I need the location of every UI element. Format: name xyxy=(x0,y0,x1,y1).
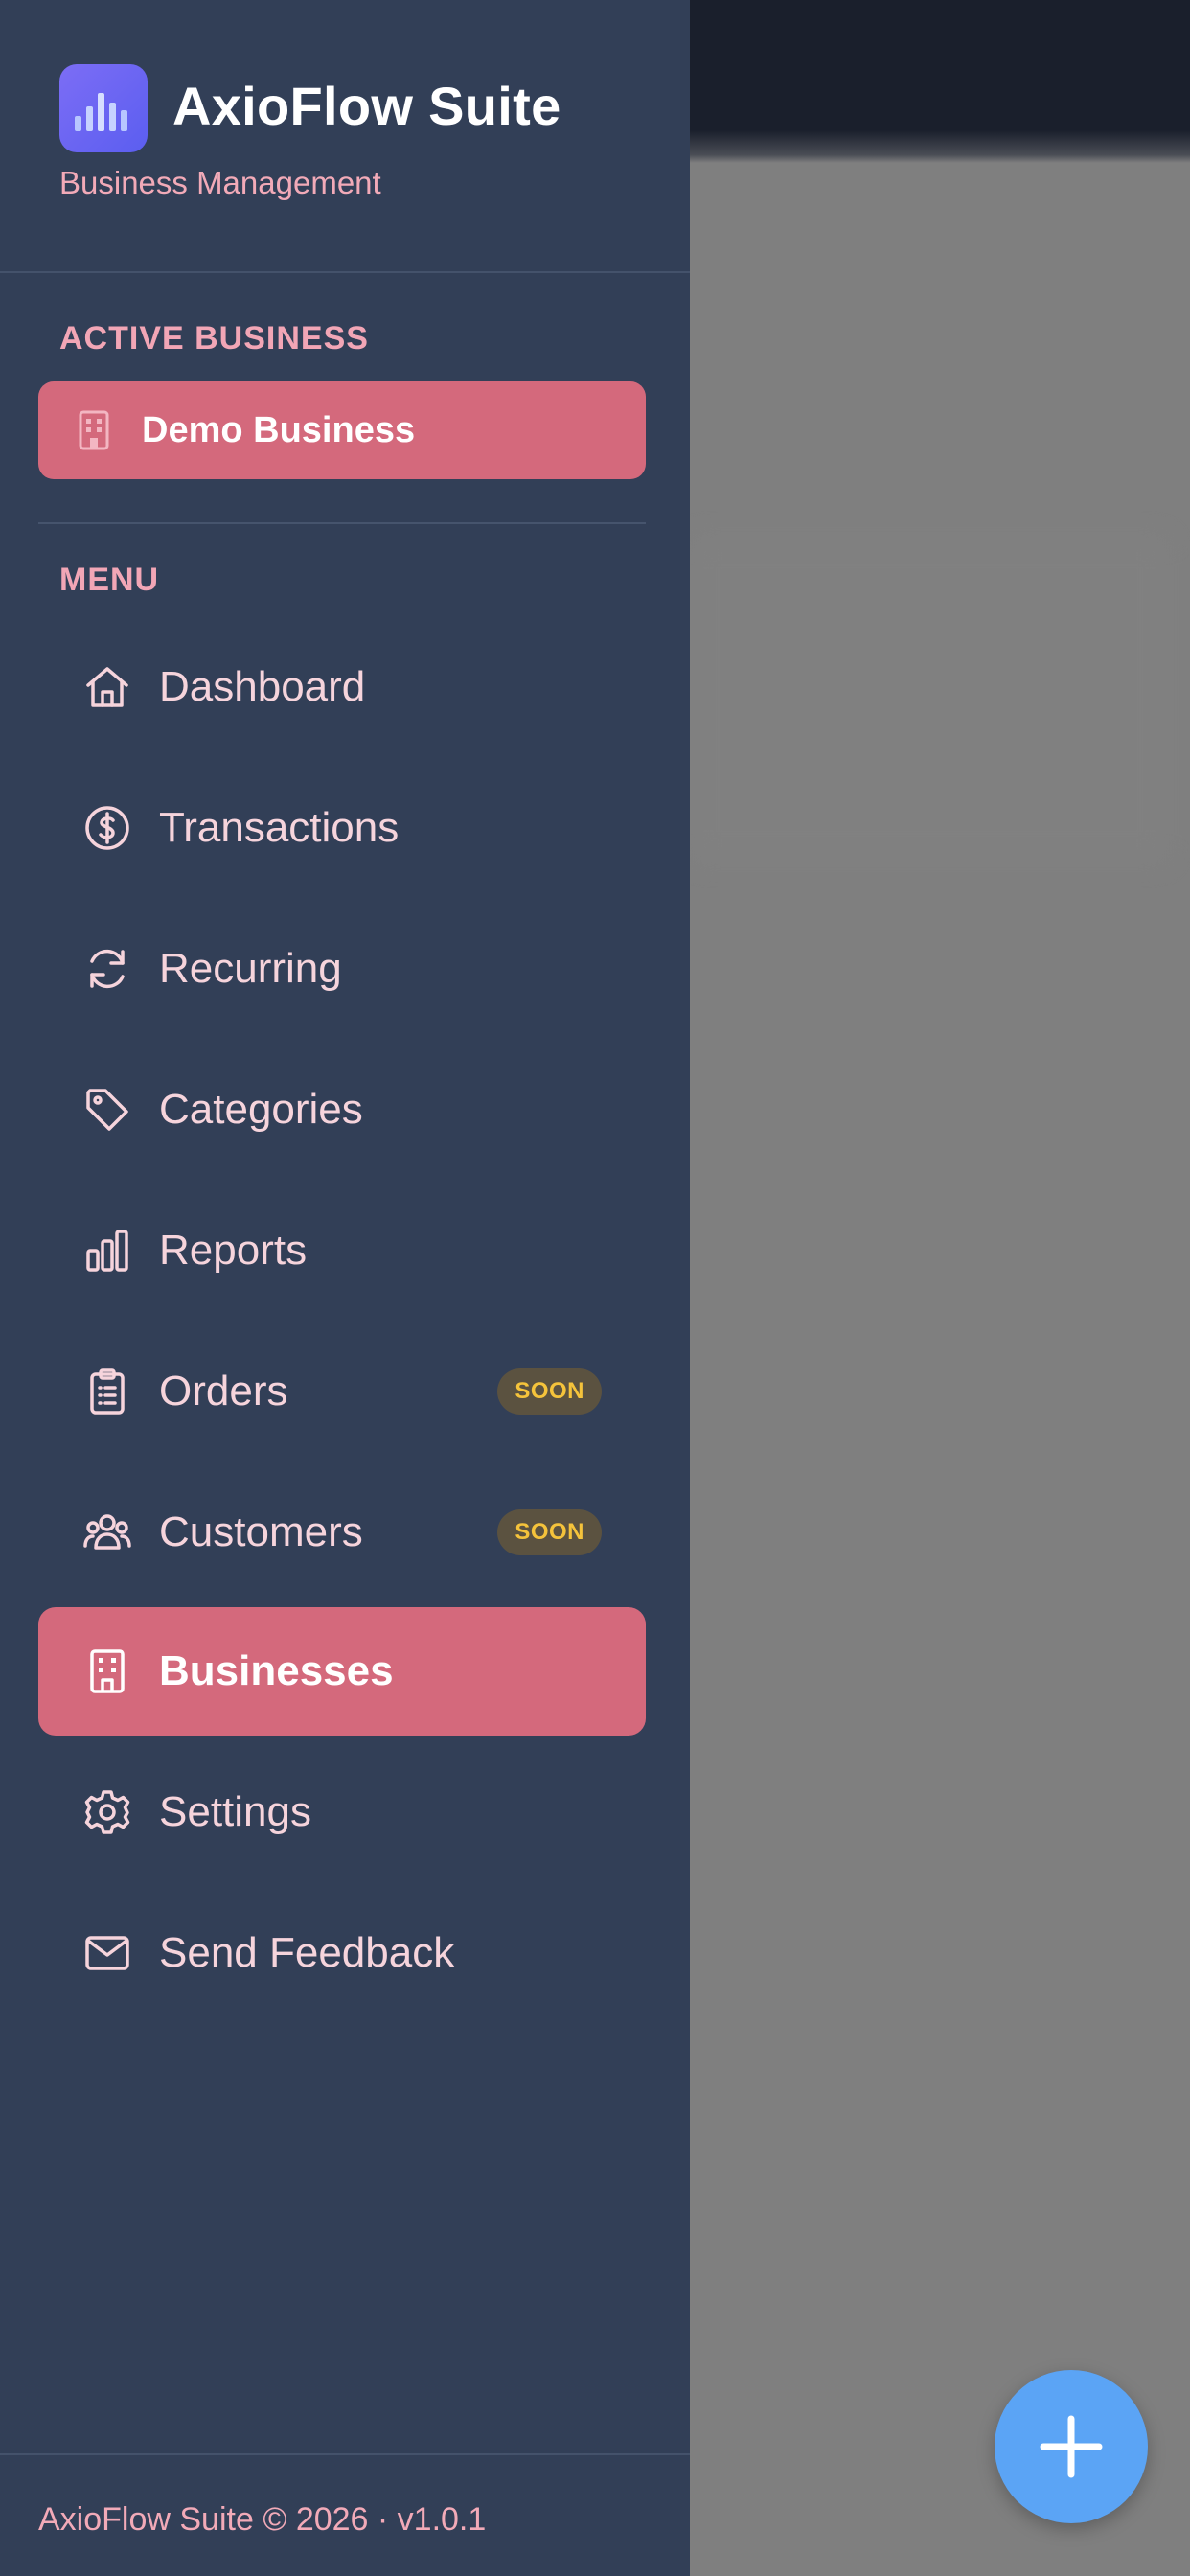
nav-item-reports[interactable]: Reports xyxy=(38,1186,646,1315)
divider xyxy=(38,522,646,524)
nav-item-recurring[interactable]: Recurring xyxy=(38,905,646,1033)
soon-badge: SOON xyxy=(497,1509,602,1555)
building-icon xyxy=(82,1646,132,1696)
nav-item-businesses[interactable]: Businesses xyxy=(38,1607,646,1736)
nav-item-label: Recurring xyxy=(159,945,342,992)
nav-item-label: Send Feedback xyxy=(159,1929,455,1976)
nav-item-label: Orders xyxy=(159,1368,288,1414)
nav-item-orders[interactable]: Orders SOON xyxy=(38,1327,646,1456)
nav-item-label: Transactions xyxy=(159,804,400,851)
background-card xyxy=(690,537,1169,862)
nav-item-send-feedback[interactable]: Send Feedback xyxy=(38,1889,646,2017)
app-logo xyxy=(59,64,148,152)
active-business-name: Demo Business xyxy=(142,409,416,450)
home-icon xyxy=(82,662,132,712)
active-business-selector[interactable]: Demo Business xyxy=(38,381,646,479)
nav-item-label: Settings xyxy=(159,1788,311,1835)
nav-item-dashboard[interactable]: Dashboard xyxy=(38,623,646,751)
nav-item-label: Dashboard xyxy=(159,663,366,710)
nav-item-settings[interactable]: Settings xyxy=(38,1748,646,1876)
refresh-icon xyxy=(82,944,132,994)
navigation-drawer: AxioFlow Suite Business Management ACTIV… xyxy=(0,0,690,2576)
add-fab-button[interactable] xyxy=(995,2370,1148,2523)
app-subtitle: Business Management xyxy=(59,165,381,200)
nav-item-label: Reports xyxy=(159,1227,308,1274)
bar-chart-logo-icon xyxy=(75,93,127,131)
dollar-circle-icon xyxy=(82,803,132,853)
gear-icon xyxy=(82,1787,132,1837)
clipboard-list-icon xyxy=(82,1367,132,1416)
users-icon xyxy=(82,1507,132,1557)
nav-item-label: Customers xyxy=(159,1508,363,1555)
drawer-footer: AxioFlow Suite © 2026 · v1.0.1 xyxy=(0,2453,690,2576)
nav-item-categories[interactable]: Categories xyxy=(38,1046,646,1174)
background-app-header xyxy=(690,0,1190,163)
mail-icon xyxy=(82,1928,132,1978)
app-name: AxioFlow Suite xyxy=(172,76,561,136)
plus-icon xyxy=(1040,2415,1103,2478)
nav-item-customers[interactable]: Customers SOON xyxy=(38,1468,646,1597)
nav-item-label: Businesses xyxy=(159,1647,394,1694)
drawer-header: AxioFlow Suite Business Management xyxy=(0,0,690,273)
footer-version-text: AxioFlow Suite © 2026 · v1.0.1 xyxy=(38,2501,487,2538)
bar-chart-icon xyxy=(82,1226,132,1276)
active-business-section-label: ACTIVE BUSINESS xyxy=(59,320,369,356)
background-app xyxy=(690,0,1190,2576)
nav-item-transactions[interactable]: Transactions xyxy=(38,764,646,892)
menu-section-label: MENU xyxy=(59,562,160,598)
building-icon xyxy=(79,410,109,450)
tag-icon xyxy=(82,1085,132,1135)
nav-item-label: Categories xyxy=(159,1086,363,1133)
soon-badge: SOON xyxy=(497,1368,602,1414)
